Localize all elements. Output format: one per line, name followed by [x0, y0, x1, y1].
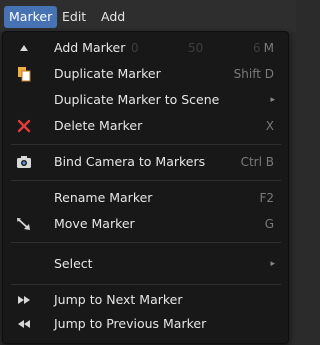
shortcut-label: X	[265, 119, 274, 133]
menu-item-rename-marker[interactable]: Rename Marker F2	[3, 186, 288, 210]
marker-menu-dropdown: 0 50 6 Add Marker M Duplicate Marker Shi…	[2, 31, 289, 344]
jump-previous-icon	[16, 312, 32, 336]
menu-item-label: Select	[54, 256, 93, 271]
shortcut-label: M	[263, 41, 274, 55]
shortcut-label: F2	[259, 191, 274, 205]
menu-item-label: Delete Marker	[54, 118, 143, 133]
menu-item-select[interactable]: Select ▸	[3, 252, 288, 276]
menu-separator	[11, 144, 281, 145]
menu-item-label: Duplicate Marker	[54, 66, 161, 81]
menu-item-move-marker[interactable]: Move Marker G	[3, 212, 288, 236]
jump-next-icon	[16, 288, 32, 312]
shortcut-label: Shift D	[233, 67, 274, 81]
menu-item-label: Add Marker	[54, 40, 126, 55]
menu-item-jump-next-marker[interactable]: Jump to Next Marker	[3, 288, 288, 312]
menu-item-label: Rename Marker	[54, 190, 153, 205]
menu-add[interactable]: Add	[96, 6, 130, 28]
menu-item-label: Bind Camera to Markers	[54, 154, 206, 169]
menu-item-label: Duplicate Marker to Scene	[54, 92, 220, 107]
submenu-arrow-icon: ▸	[270, 259, 275, 269]
app-root: Marker Edit Add 0 50 6 Add Marker M Dupl…	[0, 0, 296, 345]
menu-item-duplicate-marker-to-scene[interactable]: Duplicate Marker to Scene ▸	[3, 88, 288, 112]
triangle-up-icon	[16, 36, 32, 60]
menu-item-jump-previous-marker[interactable]: Jump to Previous Marker	[3, 312, 288, 336]
shortcut-label: G	[264, 217, 274, 231]
delete-x-icon	[16, 114, 32, 138]
menu-item-label: Jump to Next Marker	[54, 292, 183, 307]
submenu-arrow-icon: ▸	[270, 95, 275, 105]
menu-separator	[11, 242, 281, 243]
camera-icon	[16, 150, 32, 174]
menu-separator	[11, 180, 281, 181]
menu-item-delete-marker[interactable]: Delete Marker X	[3, 114, 288, 138]
menu-item-label: Move Marker	[54, 216, 135, 231]
move-arrow-icon	[16, 212, 32, 236]
menu-item-bind-camera[interactable]: Bind Camera to Markers Ctrl B	[3, 150, 288, 174]
menu-marker[interactable]: Marker	[4, 6, 58, 28]
menu-edit[interactable]: Edit	[57, 6, 91, 28]
menubar: Marker Edit Add	[0, 0, 296, 32]
menu-item-duplicate-marker[interactable]: Duplicate Marker Shift D	[3, 62, 288, 86]
shortcut-label: Ctrl B	[240, 155, 274, 169]
menu-separator	[11, 284, 281, 285]
duplicate-icon	[16, 62, 32, 86]
menu-item-add-marker[interactable]: Add Marker M	[3, 36, 288, 60]
menu-item-label: Jump to Previous Marker	[54, 316, 207, 331]
